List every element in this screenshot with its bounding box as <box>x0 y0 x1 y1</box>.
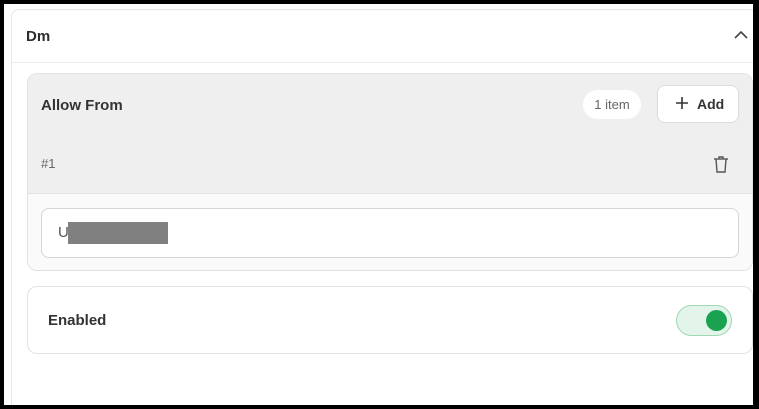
redacted-block <box>68 222 168 244</box>
list-item-header: #1 <box>28 136 752 194</box>
toggle-knob <box>706 310 727 331</box>
enabled-label: Enabled <box>48 312 107 329</box>
item-count-badge: 1 item <box>583 90 641 119</box>
enabled-toggle[interactable] <box>676 305 732 336</box>
chevron-up-icon[interactable] <box>734 30 748 40</box>
allow-from-value-input[interactable]: U <box>41 208 739 258</box>
trash-icon[interactable] <box>713 155 729 173</box>
allow-from-title: Allow From <box>41 97 123 114</box>
add-item-button[interactable]: Add <box>657 85 739 123</box>
enabled-setting: Enabled <box>27 286 753 354</box>
plus-icon <box>676 97 688 109</box>
dm-section-header[interactable]: Dm <box>12 10 753 63</box>
list-item-body: U <box>28 194 752 270</box>
allow-from-list: Allow From 1 item Add #1 U <box>27 73 753 271</box>
section-title: Dm <box>26 28 51 45</box>
add-button-label: Add <box>697 96 725 112</box>
settings-panel: Dm Allow From 1 item Add #1 U Enabled <box>4 4 753 405</box>
allow-from-header: Allow From 1 item Add <box>28 74 752 137</box>
dm-section: Dm Allow From 1 item Add #1 U Enabled <box>11 9 753 405</box>
item-index: #1 <box>41 156 56 171</box>
